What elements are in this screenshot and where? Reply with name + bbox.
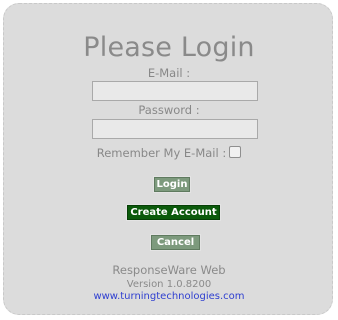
website-row: www.turningtechnologies.com bbox=[0, 291, 338, 302]
version-text: Version 1.0.8200 bbox=[126, 279, 212, 290]
page-title: Please Login bbox=[83, 32, 255, 63]
website-link[interactable]: www.turningtechnologies.com bbox=[93, 291, 244, 302]
remember-row: Remember My E-Mail : bbox=[0, 146, 338, 160]
login-button[interactable]: Login bbox=[153, 176, 191, 193]
email-field[interactable] bbox=[92, 81, 258, 101]
create-account-button[interactable]: Create Account bbox=[126, 204, 221, 221]
email-label: E-Mail : bbox=[147, 66, 191, 80]
app-name: ResponseWare Web bbox=[112, 263, 226, 277]
remember-checkbox[interactable] bbox=[229, 146, 242, 158]
remember-label: Remember My E-Mail : bbox=[96, 146, 227, 160]
password-label: Password : bbox=[138, 103, 200, 117]
cancel-button[interactable]: Cancel bbox=[150, 234, 201, 251]
password-field[interactable] bbox=[92, 119, 258, 139]
